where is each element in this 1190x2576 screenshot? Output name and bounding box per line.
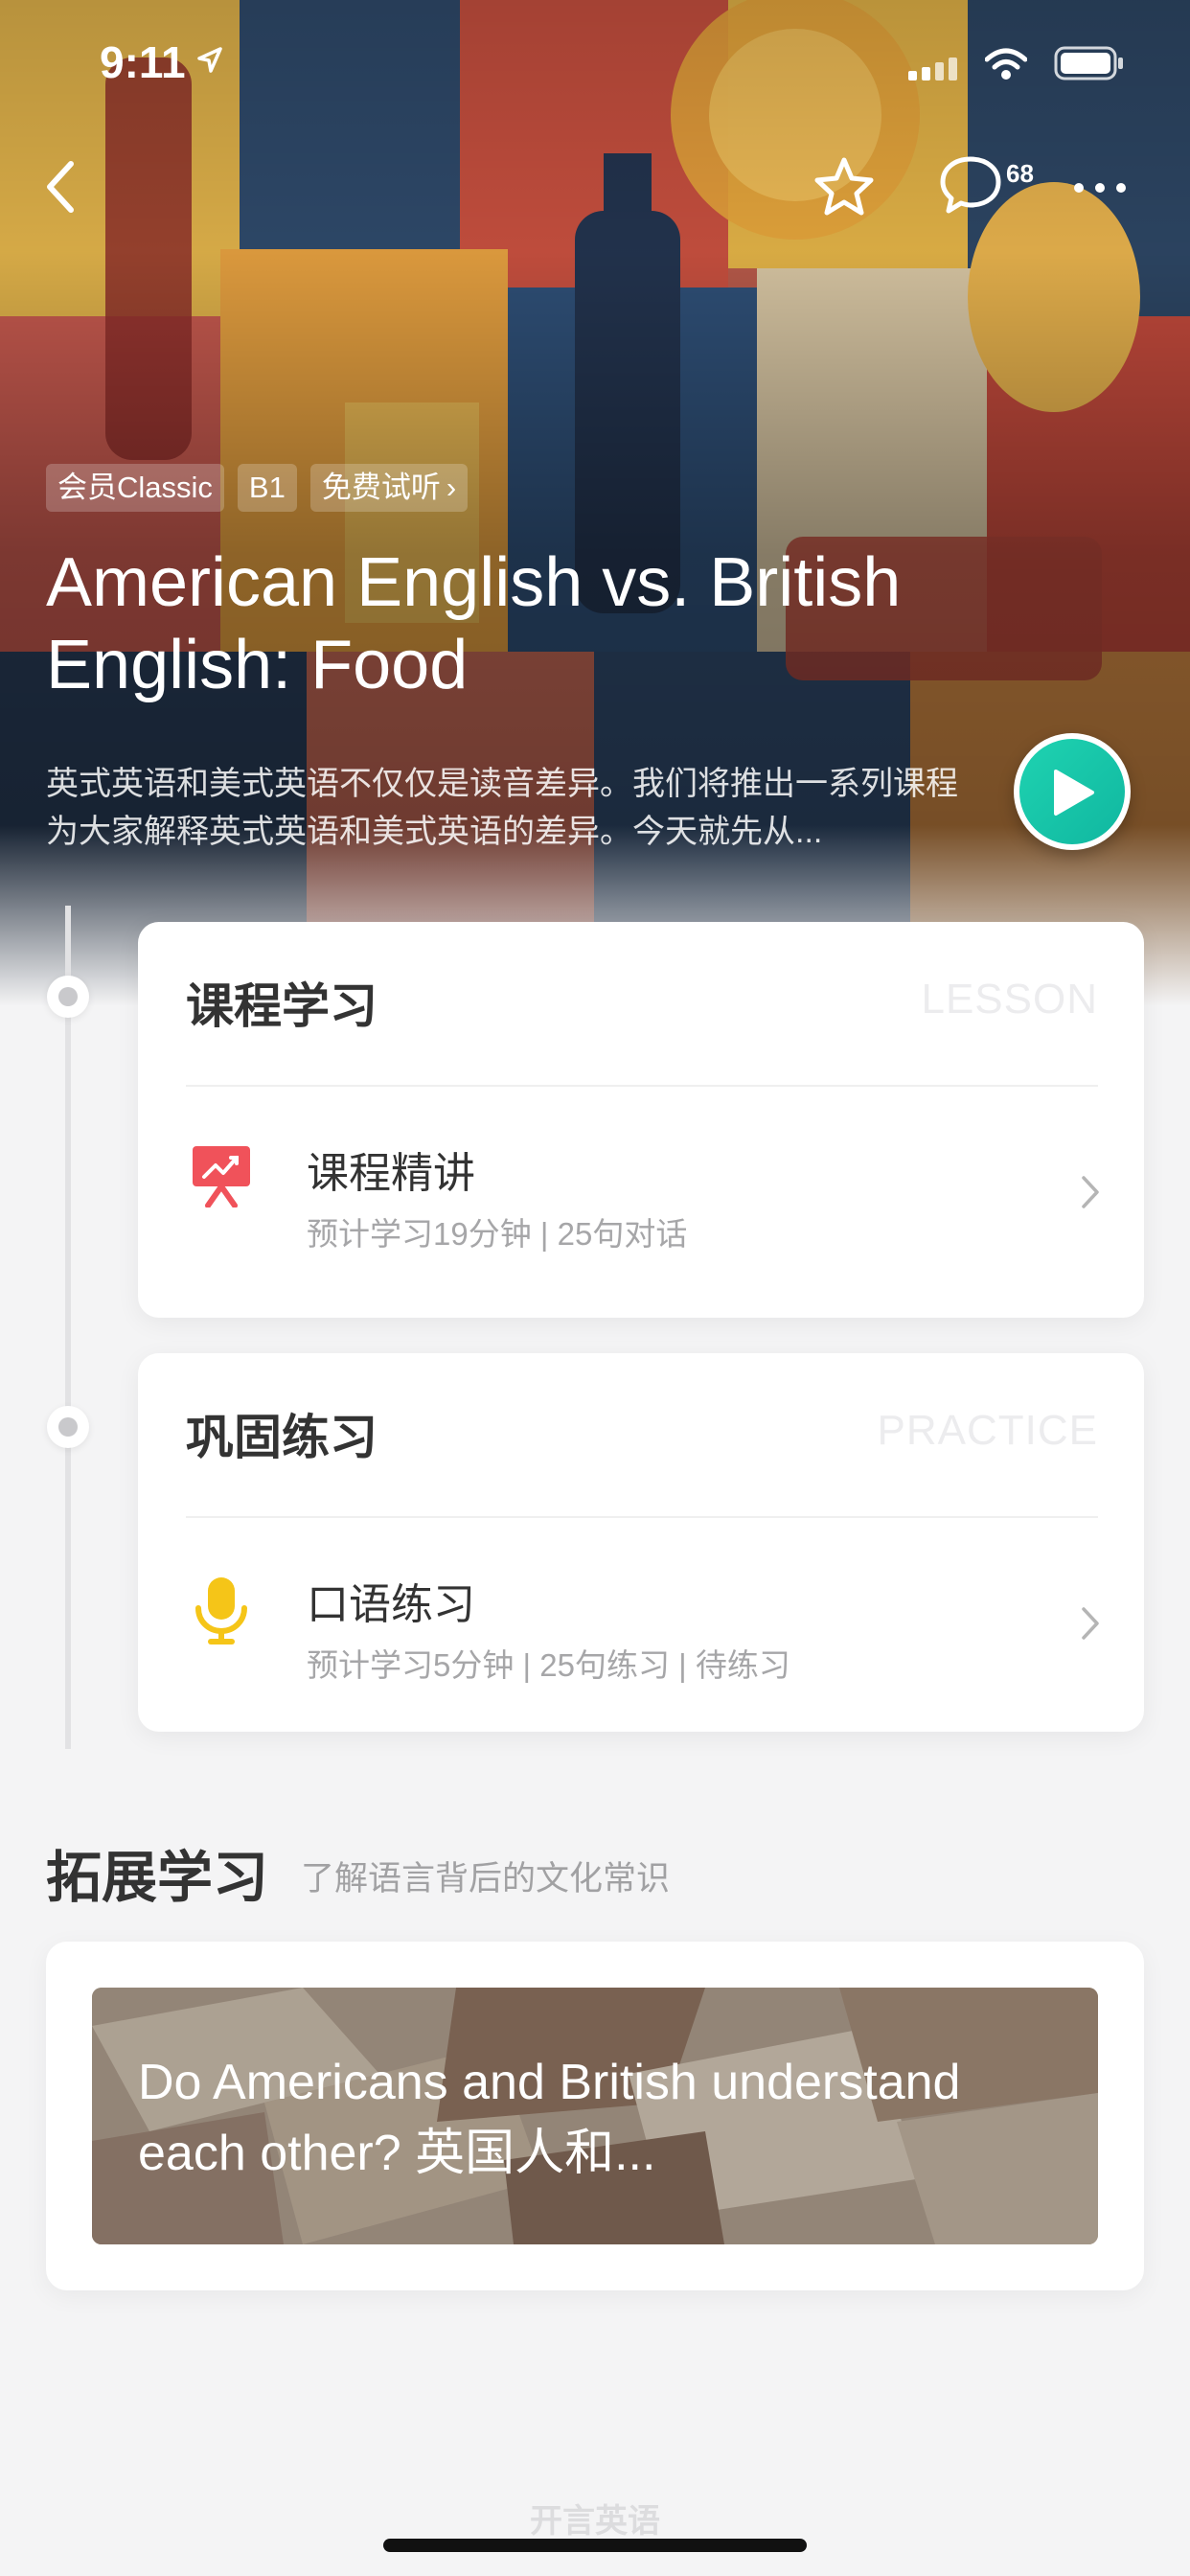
presentation-chart-icon bbox=[193, 1146, 250, 1208]
practice-heading-en: PRACTICE bbox=[877, 1407, 1098, 1454]
timeline-dot-lesson bbox=[47, 976, 89, 1018]
article-title: Do Americans and British understand each… bbox=[138, 2055, 961, 2181]
practice-heading: 巩固练习 bbox=[186, 1411, 378, 1464]
article-cover-image: Do Americans and British understand each… bbox=[92, 1988, 1098, 2244]
microphone-icon bbox=[195, 1577, 247, 1644]
chevron-right-icon bbox=[1082, 1176, 1099, 1208]
tag-free-trial-label: 免费试听 bbox=[321, 471, 441, 504]
favorite-star-icon[interactable] bbox=[812, 155, 876, 218]
battery-icon bbox=[1054, 46, 1123, 80]
play-icon bbox=[1054, 770, 1094, 816]
back-icon[interactable] bbox=[42, 158, 77, 216]
brand-logo: 开言英语 bbox=[530, 2503, 660, 2540]
home-indicator[interactable] bbox=[383, 2539, 807, 2552]
more-options-icon[interactable] bbox=[1073, 182, 1127, 194]
extended-learning-subtitle: 了解语言背后的文化常识 bbox=[301, 1860, 671, 1898]
practice-item-title: 口语练习 bbox=[307, 1581, 475, 1628]
course-tags: 会员Classic B1 免费试听 › bbox=[46, 464, 469, 512]
tag-membership: 会员Classic bbox=[46, 464, 224, 512]
extended-learning-title: 拓展学习 bbox=[46, 1847, 269, 1909]
divider bbox=[186, 1085, 1098, 1087]
timeline-dot-practice bbox=[47, 1406, 89, 1448]
lesson-heading-en: LESSON bbox=[921, 976, 1098, 1023]
lesson-card: 课程学习 LESSON 课程精讲 预计学习19分钟 | 25句对话 bbox=[138, 922, 1144, 1318]
lesson-item-title: 课程精讲 bbox=[307, 1150, 475, 1197]
lesson-item-subtitle: 预计学习19分钟 | 25句对话 bbox=[307, 1216, 688, 1252]
course-description[interactable]: 英式英语和美式英语不仅仅是读音差异。我们将推出一系列课程为大家解释英式英语和美式… bbox=[46, 760, 966, 856]
cellular-signal-icon bbox=[908, 58, 957, 80]
comment-count-badge: 68 bbox=[1006, 159, 1034, 188]
extended-article-card[interactable]: Do Americans and British understand each… bbox=[46, 1942, 1144, 2290]
course-title: American English vs. British English: Fo… bbox=[46, 544, 902, 703]
practice-card: 巩固练习 PRACTICE 口语练习 预计学习5分钟 | 25句练习 | 待练习 bbox=[138, 1353, 1144, 1732]
wifi-icon bbox=[985, 48, 1027, 80]
status-time: 9:11 bbox=[100, 37, 186, 87]
tag-free-trial[interactable]: 免费试听 › bbox=[309, 464, 469, 512]
chevron-right-icon bbox=[1082, 1607, 1099, 1640]
play-button[interactable] bbox=[1014, 733, 1131, 850]
location-arrow-icon bbox=[197, 47, 222, 73]
course-hero: 9:11 68 会员Classic B1 免费试听 › American Eng… bbox=[0, 0, 1190, 1006]
status-bar: 9:11 bbox=[0, 36, 1190, 94]
comment-icon[interactable] bbox=[939, 153, 1002, 217]
lesson-heading: 课程学习 bbox=[186, 979, 378, 1033]
chevron-right-icon: › bbox=[446, 471, 457, 504]
divider bbox=[186, 1516, 1098, 1518]
tag-level: B1 bbox=[237, 464, 297, 512]
timeline-line bbox=[65, 906, 71, 1749]
practice-item-subtitle: 预计学习5分钟 | 25句练习 | 待练习 bbox=[307, 1647, 790, 1683]
